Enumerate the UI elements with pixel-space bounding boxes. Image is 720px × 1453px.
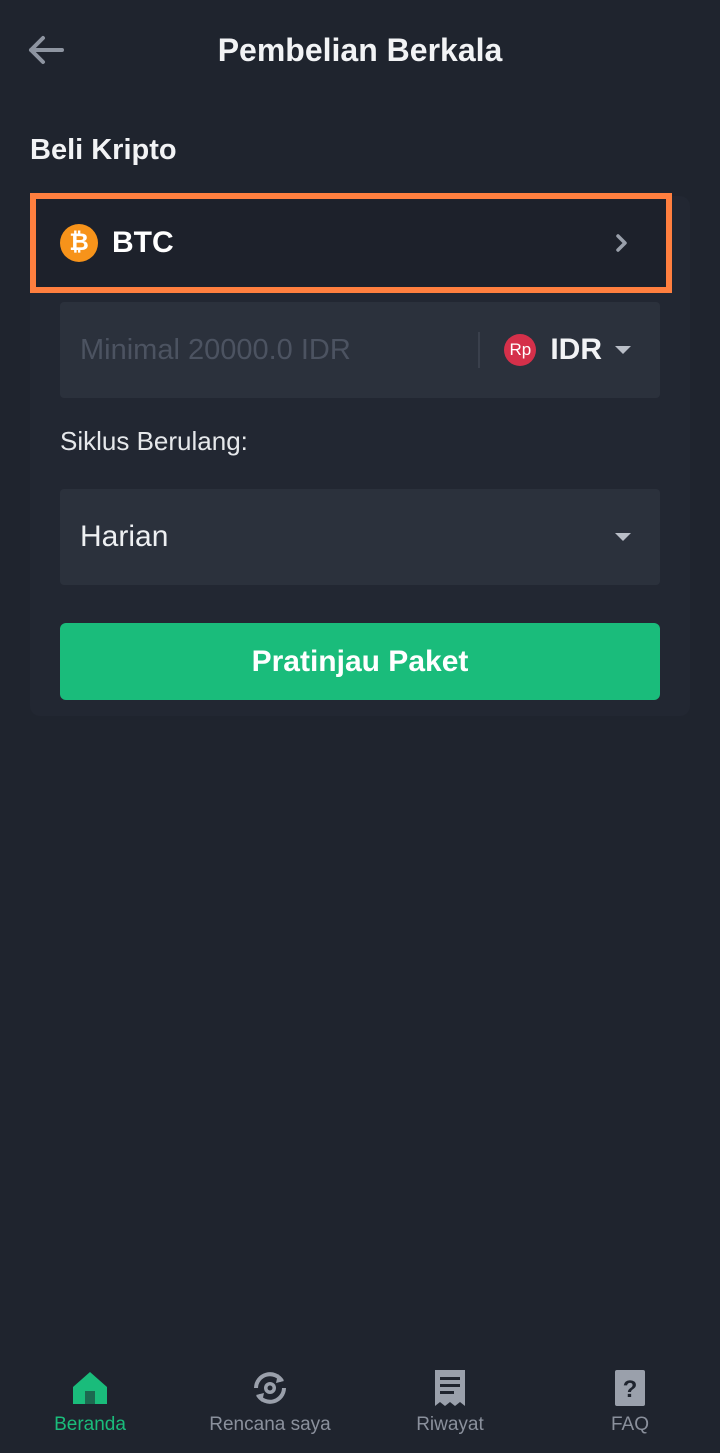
nav-item-home[interactable]: Beranda xyxy=(0,1353,180,1453)
currency-label: IDR xyxy=(550,333,602,366)
page-title: Pembelian Berkala xyxy=(217,32,503,68)
chevron-right-icon xyxy=(602,233,642,253)
cycle-label: Siklus Berulang: xyxy=(60,426,248,456)
currency-selector[interactable]: Rp IDR xyxy=(480,302,660,398)
home-icon xyxy=(70,1368,110,1408)
bottom-navigation: Beranda Rencana saya Riwayat ? FAQ xyxy=(0,1353,720,1453)
caret-down-icon xyxy=(615,533,631,541)
rupiah-icon: Rp xyxy=(504,334,537,366)
bitcoin-icon: ₿ xyxy=(60,224,98,262)
question-doc-icon: ? xyxy=(610,1368,650,1408)
svg-text:?: ? xyxy=(623,1376,638,1403)
nav-item-my-plans[interactable]: Rencana saya xyxy=(180,1353,360,1453)
amount-input[interactable] xyxy=(60,302,479,398)
nav-label: FAQ xyxy=(610,1414,649,1435)
cycle-selector[interactable]: Harian xyxy=(60,489,660,585)
nav-item-faq[interactable]: ? FAQ xyxy=(540,1353,720,1453)
nav-label: Rencana saya xyxy=(209,1414,331,1435)
section-label: Beli Kripto xyxy=(30,134,177,166)
nav-item-history[interactable]: Riwayat xyxy=(360,1353,540,1453)
coin-selector[interactable]: ₿ BTC xyxy=(30,193,672,293)
nav-label: Riwayat xyxy=(416,1414,484,1435)
cycle-value: Harian xyxy=(80,520,169,553)
amount-field-group: Rp IDR xyxy=(60,302,660,398)
coin-symbol: BTC xyxy=(112,226,174,259)
recurring-buy-screen: Pembelian Berkala Beli Kripto ₿ BTC Rp I… xyxy=(0,0,720,1453)
app-header: Pembelian Berkala xyxy=(0,0,720,100)
nav-label: Beranda xyxy=(54,1414,126,1435)
preview-plan-button[interactable]: Pratinjau Paket xyxy=(60,623,660,700)
caret-down-icon xyxy=(615,346,631,354)
receipt-icon xyxy=(430,1368,470,1408)
recurring-plan-icon xyxy=(250,1368,290,1408)
